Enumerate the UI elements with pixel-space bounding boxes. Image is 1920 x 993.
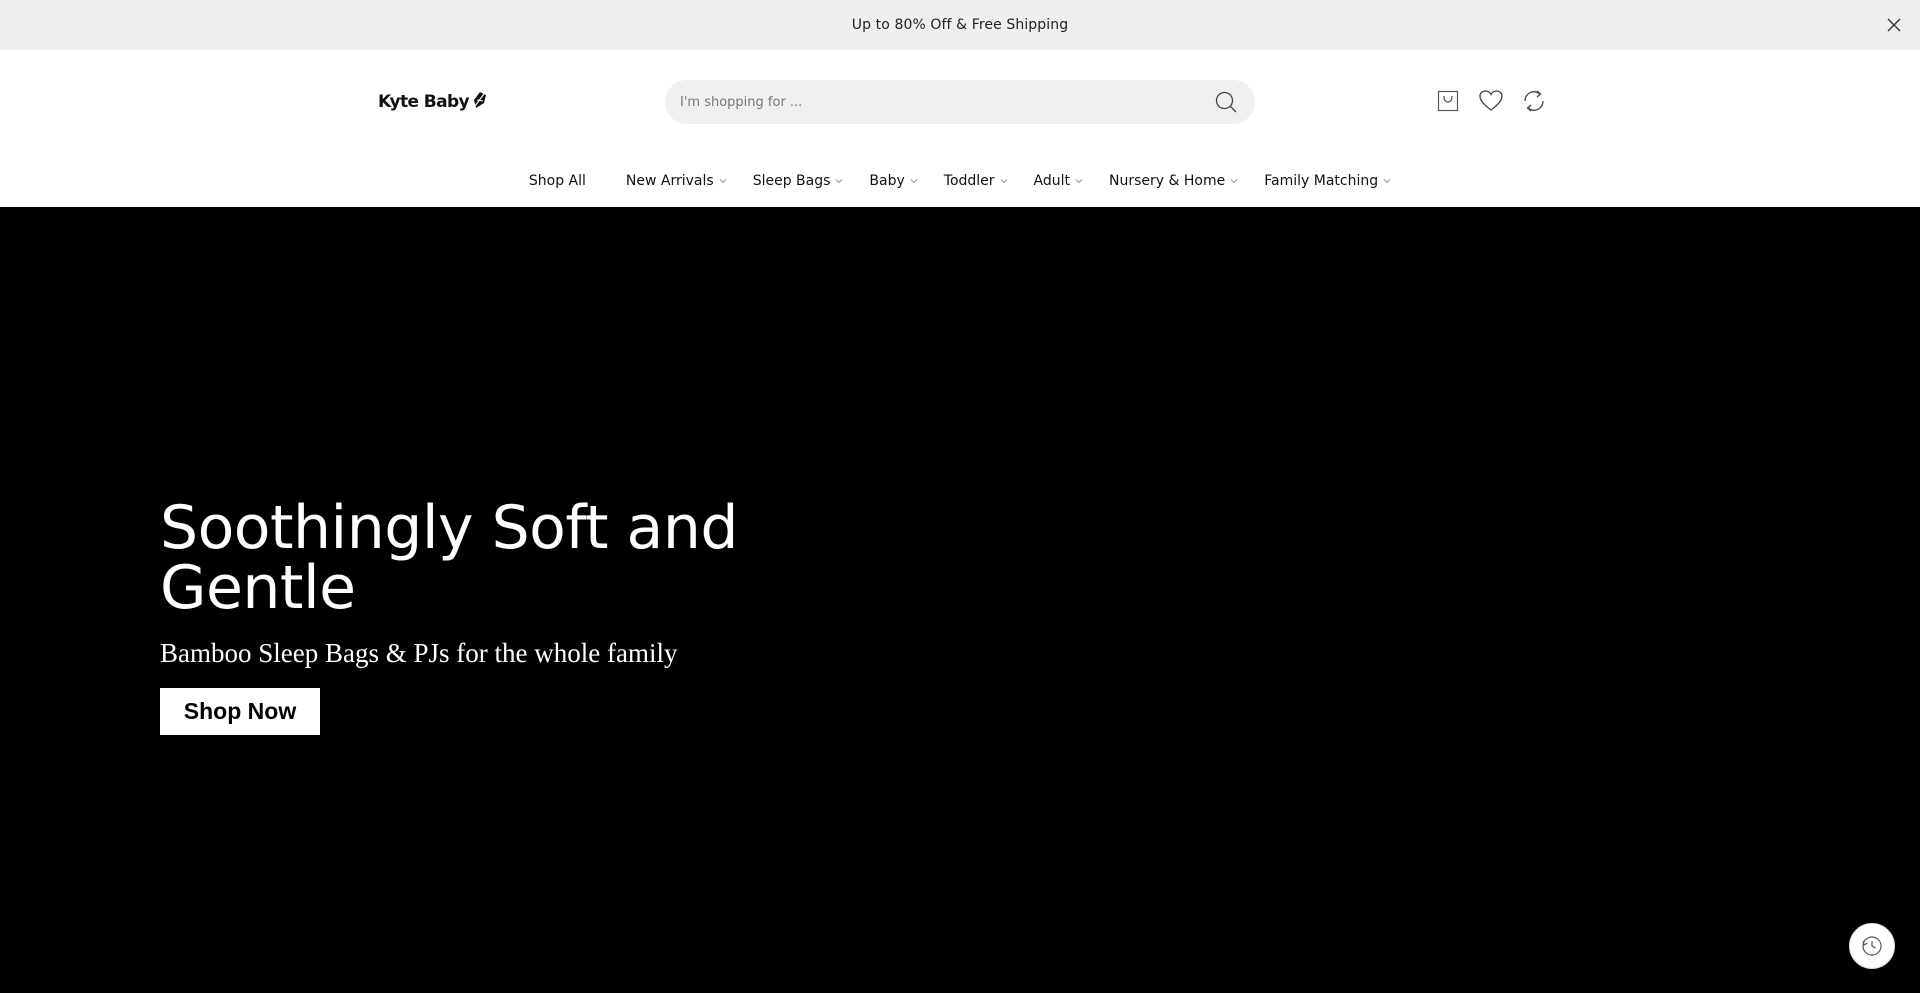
cart-icon[interactable] xyxy=(1435,88,1461,114)
heart-icon[interactable] xyxy=(1478,88,1504,114)
nav-item-label: Family Matching xyxy=(1264,173,1379,189)
nav-item-adult[interactable]: Adult xyxy=(1034,173,1083,189)
history-clock-icon[interactable] xyxy=(1849,923,1895,969)
compare-icon[interactable] xyxy=(1521,88,1547,114)
logo[interactable]: Kyte Baby xyxy=(378,89,488,115)
search-icon[interactable] xyxy=(1212,88,1240,116)
chevron-down-icon xyxy=(1383,177,1391,185)
close-icon[interactable] xyxy=(1882,13,1906,37)
nav-item-new-arrivals[interactable]: New Arrivals xyxy=(626,173,727,189)
hero-subtitle: Bamboo Sleep Bags & PJs for the whole fa… xyxy=(160,638,678,668)
leaf-logo-icon xyxy=(472,91,488,113)
nav-item-shop-all[interactable]: Shop All xyxy=(529,173,586,189)
nav-item-label: Sleep Bags xyxy=(752,173,831,189)
announcement-bar: Up to 80% Off & Free Shipping xyxy=(0,0,1920,50)
nav-item-nursery-home[interactable]: Nursery & Home xyxy=(1109,173,1238,189)
site-header: Kyte Baby Shop All xyxy=(0,50,1920,207)
chevron-down-icon xyxy=(835,177,843,185)
nav-item-label: Toddler xyxy=(943,173,995,189)
nav-item-label: Shop All xyxy=(528,173,586,189)
chevron-down-icon xyxy=(719,177,727,185)
chevron-down-icon xyxy=(1230,177,1238,185)
logo-text: Kyte Baby xyxy=(378,92,470,112)
nav-item-baby[interactable]: Baby xyxy=(869,173,918,189)
chevron-down-icon xyxy=(1075,177,1083,185)
shop-now-button[interactable]: Shop Now xyxy=(160,688,320,735)
nav-item-family-matching[interactable]: Family Matching xyxy=(1264,173,1391,189)
nav-item-label: Adult xyxy=(1033,173,1071,189)
header-icons xyxy=(1435,88,1547,114)
nav-item-toddler[interactable]: Toddler xyxy=(944,173,1008,189)
nav-item-sleep-bags[interactable]: Sleep Bags xyxy=(753,173,844,189)
hero-title: Soothingly Soft and Gentle xyxy=(160,493,738,623)
chevron-down-icon xyxy=(910,177,918,185)
nav-item-label: Nursery & Home xyxy=(1109,173,1226,189)
nav-item-label: New Arrivals xyxy=(625,173,714,189)
main-nav: Shop All New Arrivals Sleep Bags Baby To… xyxy=(0,161,1920,201)
hero-banner: Soothingly Soft and Gentle Bamboo Sleep … xyxy=(0,207,1920,993)
announcement-text: Up to 80% Off & Free Shipping xyxy=(851,17,1069,33)
search-input[interactable] xyxy=(680,80,1212,124)
search-bar xyxy=(665,80,1255,124)
chevron-down-icon xyxy=(1000,177,1008,185)
nav-item-label: Baby xyxy=(869,173,905,189)
